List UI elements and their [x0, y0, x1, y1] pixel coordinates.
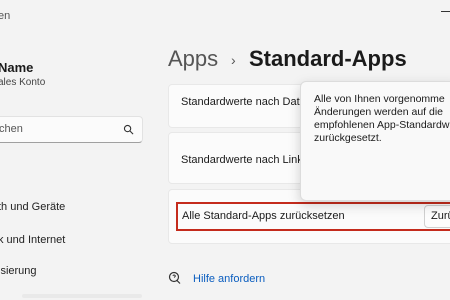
help-icon: [168, 271, 181, 284]
get-help-link[interactable]: Hilfe anfordern: [193, 273, 265, 285]
search-placeholder: chen: [0, 123, 23, 135]
reset-button[interactable]: Zurü: [424, 205, 450, 228]
breadcrumb-separator: ›: [231, 52, 236, 68]
user-name: Name: [0, 60, 34, 75]
sidebar-item-bluetooth-devices[interactable]: th und Geräte: [0, 201, 65, 213]
card-label: Standardwerte nach Date: [181, 96, 306, 108]
reset-all-label: Alle Standard-Apps zurücksetzen: [182, 210, 345, 222]
search-input[interactable]: chen: [0, 116, 143, 143]
card-label: Standardwerte nach Linkt: [181, 154, 306, 166]
sidebar-scroll-indicator: [22, 294, 142, 298]
page-title: Standard-Apps: [249, 46, 407, 71]
reset-info-flyout: Alle von Ihnen vorgenomme Änderungen wer…: [300, 81, 450, 201]
minimize-icon: [441, 11, 450, 12]
user-account-type: ales Konto: [0, 77, 46, 88]
sidebar-item-network-internet[interactable]: k und Internet: [0, 234, 65, 246]
flyout-text: Alle von Ihnen vorgenomme Änderungen wer…: [314, 93, 450, 144]
breadcrumb-parent[interactable]: Apps: [168, 46, 218, 72]
window-title: en: [0, 10, 11, 22]
search-icon: [123, 124, 134, 135]
minimize-button[interactable]: [438, 0, 450, 22]
sidebar-item-personalization[interactable]: isierung: [0, 265, 37, 277]
